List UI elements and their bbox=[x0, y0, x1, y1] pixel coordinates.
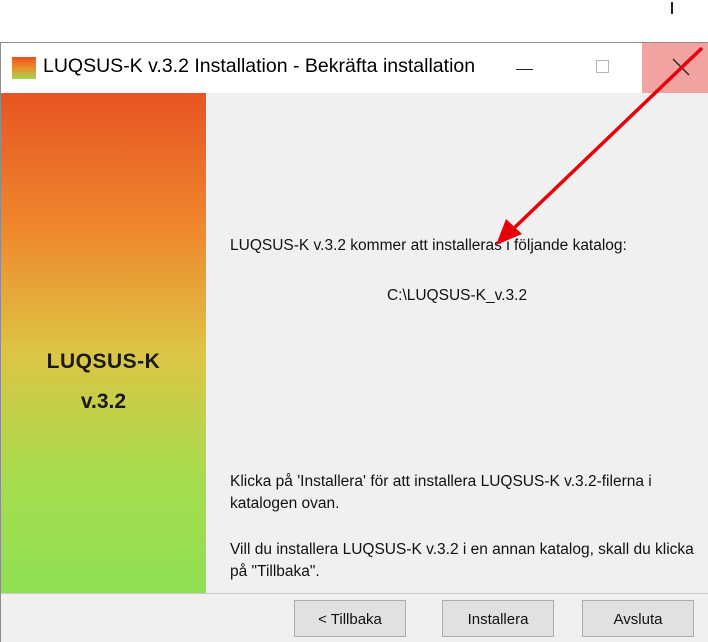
brand-name: LUQSUS-K bbox=[46, 350, 161, 373]
back-button[interactable]: < Tillbaka bbox=[294, 600, 406, 637]
minimize-button[interactable] bbox=[494, 43, 552, 93]
maximize-button[interactable] bbox=[572, 43, 630, 93]
install-path: C:\LUQSUS-K_v.3.2 bbox=[386, 287, 528, 304]
installer-window: LUQSUS-K v.3.2 Installation - Bekräfta i… bbox=[0, 42, 708, 642]
close-button[interactable] bbox=[642, 43, 708, 93]
install-instruction: Klicka på 'Installera' för att installer… bbox=[230, 473, 652, 512]
window-title: LUQSUS-K v.3.2 Installation - Bekräfta i… bbox=[43, 55, 476, 77]
brand-sidebar: LUQSUS-K v.3.2 bbox=[1, 93, 206, 593]
content-panel: LUQSUS-K v.3.2 kommer att installeras i … bbox=[206, 93, 708, 593]
close-icon bbox=[672, 58, 690, 76]
install-intro-text: LUQSUS-K v.3.2 kommer att installeras i … bbox=[230, 237, 627, 254]
install-button[interactable]: Installera bbox=[442, 600, 554, 637]
back-instruction: Vill du installera LUQSUS-K v.3.2 i en a… bbox=[230, 541, 694, 580]
app-icon bbox=[12, 57, 36, 79]
exit-button[interactable]: Avsluta bbox=[582, 600, 694, 637]
footer-divider bbox=[1, 593, 708, 594]
brand-version: v.3.2 bbox=[80, 390, 127, 413]
title-bar[interactable]: LUQSUS-K v.3.2 Installation - Bekräfta i… bbox=[1, 43, 708, 93]
cursor-mark bbox=[671, 2, 673, 14]
